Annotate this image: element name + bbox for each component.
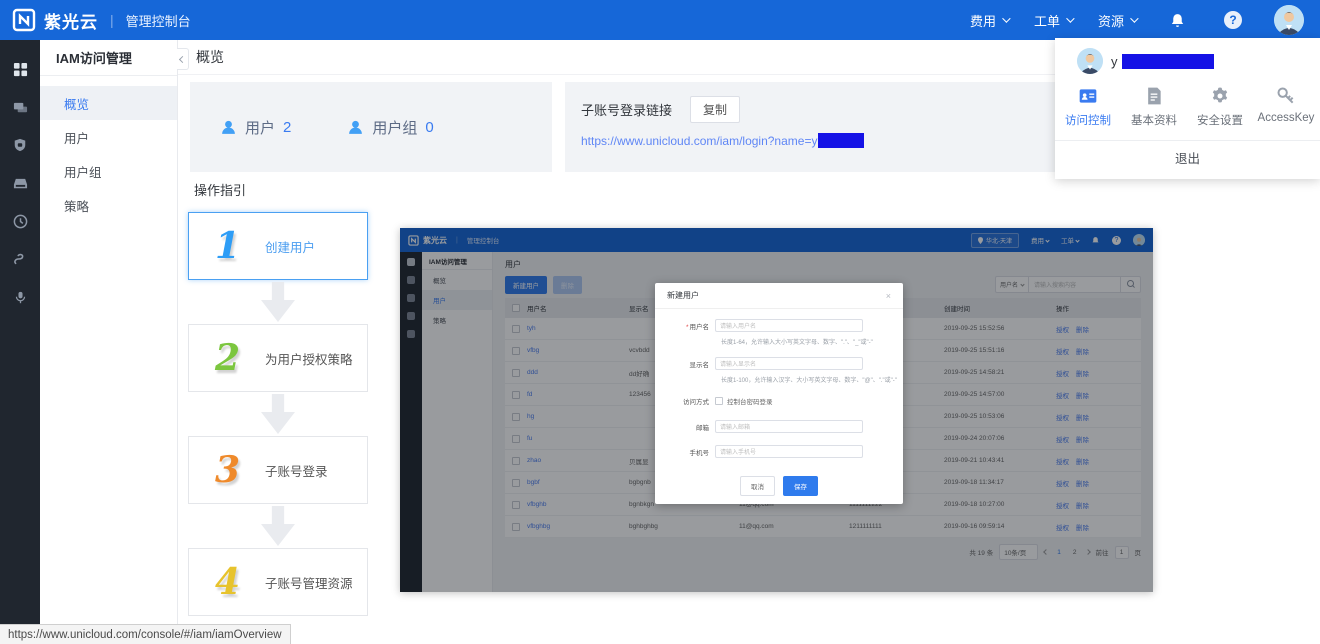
security-icon[interactable] <box>0 126 40 164</box>
chevron-down-icon <box>1130 14 1138 22</box>
menu-billing[interactable]: 费用 <box>970 11 1008 30</box>
step-label: 子账号登录 <box>265 461 328 480</box>
sidebar-item-policies[interactable]: 策略 <box>40 188 177 222</box>
step-number: 3 <box>215 449 249 491</box>
monitor-icon[interactable] <box>0 202 40 240</box>
panel-item-security-settings[interactable]: 安全设置 <box>1187 86 1253 128</box>
groups-stat[interactable]: 用户组 0 <box>347 117 433 138</box>
step-number: 4 <box>215 561 249 603</box>
step-number: 2 <box>215 337 249 379</box>
login-link-url[interactable]: https://www.unicloud.com/iam/login?name=… <box>581 134 817 148</box>
mini-cancel-button: 取消 <box>740 476 775 496</box>
iam-sidebar-title: IAM访问管理 <box>40 40 177 76</box>
top-navbar: 紫光云 | 管理控制台 费用 工单 资源 ? <box>0 0 1320 40</box>
groups-stat-value: 0 <box>425 119 433 136</box>
redaction-block <box>1122 54 1214 69</box>
user-group-icon <box>347 119 364 136</box>
step-label: 为用户授权策略 <box>265 349 353 368</box>
mini-save-button: 保存 <box>783 476 818 496</box>
brand-name: 紫光云 <box>44 8 98 33</box>
mini-username-input: 请输入用户名 <box>715 319 863 332</box>
panel-item-accesskey[interactable]: AccessKey <box>1253 86 1319 128</box>
arrow-down-icon <box>261 506 295 546</box>
gear-icon <box>1210 86 1230 106</box>
redaction-block <box>818 133 864 148</box>
key-icon <box>1276 86 1296 106</box>
panel-item-access-control[interactable]: 访问控制 <box>1055 86 1121 128</box>
apps-grid-icon[interactable] <box>0 50 40 88</box>
link-icon[interactable] <box>0 240 40 278</box>
help-icon[interactable]: ? <box>1218 5 1248 35</box>
guide-steps: 1 创建用户 2 为用户授权策略 3 子账号登录 4 子账号管理资源 <box>188 212 368 616</box>
menu-resources[interactable]: 资源 <box>1098 11 1136 30</box>
mini-display-input: 请输入显示名 <box>715 357 863 370</box>
step-label: 子账号管理资源 <box>265 573 353 592</box>
app-icon-sidebar <box>0 40 40 644</box>
user-avatar[interactable] <box>1274 5 1304 35</box>
users-stat-value: 2 <box>283 119 291 136</box>
step-number: 1 <box>215 225 249 267</box>
console-label: 管理控制台 <box>126 11 191 30</box>
mini-display-hint: 长度1-100，允许输入汉字、大小写英文字母、数字、"@"、"."或"-" <box>721 375 897 384</box>
iam-sidebar: IAM访问管理 概览 用户 用户组 策略 <box>40 40 178 644</box>
user-dropdown-panel: y 访问控制 基本资料 安全设置 AccessKey 退出 <box>1055 38 1320 179</box>
groups-stat-label: 用户组 <box>372 117 417 138</box>
arrow-down-icon <box>261 282 295 322</box>
arrow-down-icon <box>261 394 295 434</box>
user-icon <box>220 119 237 136</box>
stats-card: 用户 2 用户组 0 <box>190 82 552 172</box>
brand: 紫光云 | 管理控制台 <box>12 8 191 33</box>
login-link-card: 子账号登录链接 复制 https://www.unicloud.com/iam/… <box>565 82 1112 172</box>
chevron-down-icon <box>1002 14 1010 22</box>
brand-divider: | <box>110 12 114 28</box>
panel-item-basic-info[interactable]: 基本资料 <box>1121 86 1187 128</box>
users-stat[interactable]: 用户 2 <box>220 117 291 138</box>
guide-title: 操作指引 <box>194 180 246 199</box>
mini-dialog-title: 新建用户 <box>667 290 699 301</box>
id-card-icon <box>1078 86 1098 106</box>
users-stat-label: 用户 <box>245 117 275 138</box>
step-subaccount-login[interactable]: 3 子账号登录 <box>188 436 368 504</box>
unicloud-logo-icon <box>12 8 36 32</box>
mini-username-hint: 长度1-64，允许输入大小写英文字母、数字、"."、"_"或"-" <box>721 337 873 346</box>
chevron-left-icon <box>179 55 186 62</box>
step-manage-resources[interactable]: 4 子账号管理资源 <box>188 548 368 616</box>
mini-console-login-checkbox <box>715 397 723 405</box>
voice-service-icon[interactable] <box>0 278 40 316</box>
mini-close-icon: × <box>886 291 891 301</box>
mini-email-input: 请输入邮箱 <box>715 420 863 433</box>
logout-button[interactable]: 退出 <box>1055 141 1320 173</box>
notification-bell-icon[interactable] <box>1162 5 1192 35</box>
copy-button[interactable]: 复制 <box>690 96 740 123</box>
cloud-products-icon[interactable] <box>0 88 40 126</box>
login-link-title: 子账号登录链接 <box>581 100 672 119</box>
sidebar-item-user-groups[interactable]: 用户组 <box>40 154 177 188</box>
top-navbar-right: 费用 工单 资源 ? <box>970 0 1304 40</box>
sidebar-item-overview[interactable]: 概览 <box>40 86 177 120</box>
step-create-user[interactable]: 1 创建用户 <box>188 212 368 280</box>
chevron-down-icon <box>1066 14 1074 22</box>
sidebar-collapse-button[interactable] <box>177 48 189 70</box>
sidebar-item-users[interactable]: 用户 <box>40 120 177 154</box>
step-label: 创建用户 <box>265 237 315 256</box>
step-authorize-policy[interactable]: 2 为用户授权策略 <box>188 324 368 392</box>
menu-workorder[interactable]: 工单 <box>1034 11 1072 30</box>
panel-username: y <box>1111 54 1214 69</box>
status-url-preview: https://www.unicloud.com/console/#/iam/i… <box>0 624 291 644</box>
mini-phone-input: 请输入手机号 <box>715 445 863 458</box>
panel-avatar <box>1077 48 1103 74</box>
document-icon <box>1144 86 1164 106</box>
guide-screenshot: 紫光云 | 管理控制台 华北-天津 费用 工单 ? <box>400 228 1153 592</box>
storage-device-icon[interactable] <box>0 164 40 202</box>
mini-create-user-dialog: 新建用户 × *用户名 请输入用户名 长度1-64，允许输入大小写英文字母、数字… <box>655 283 903 504</box>
